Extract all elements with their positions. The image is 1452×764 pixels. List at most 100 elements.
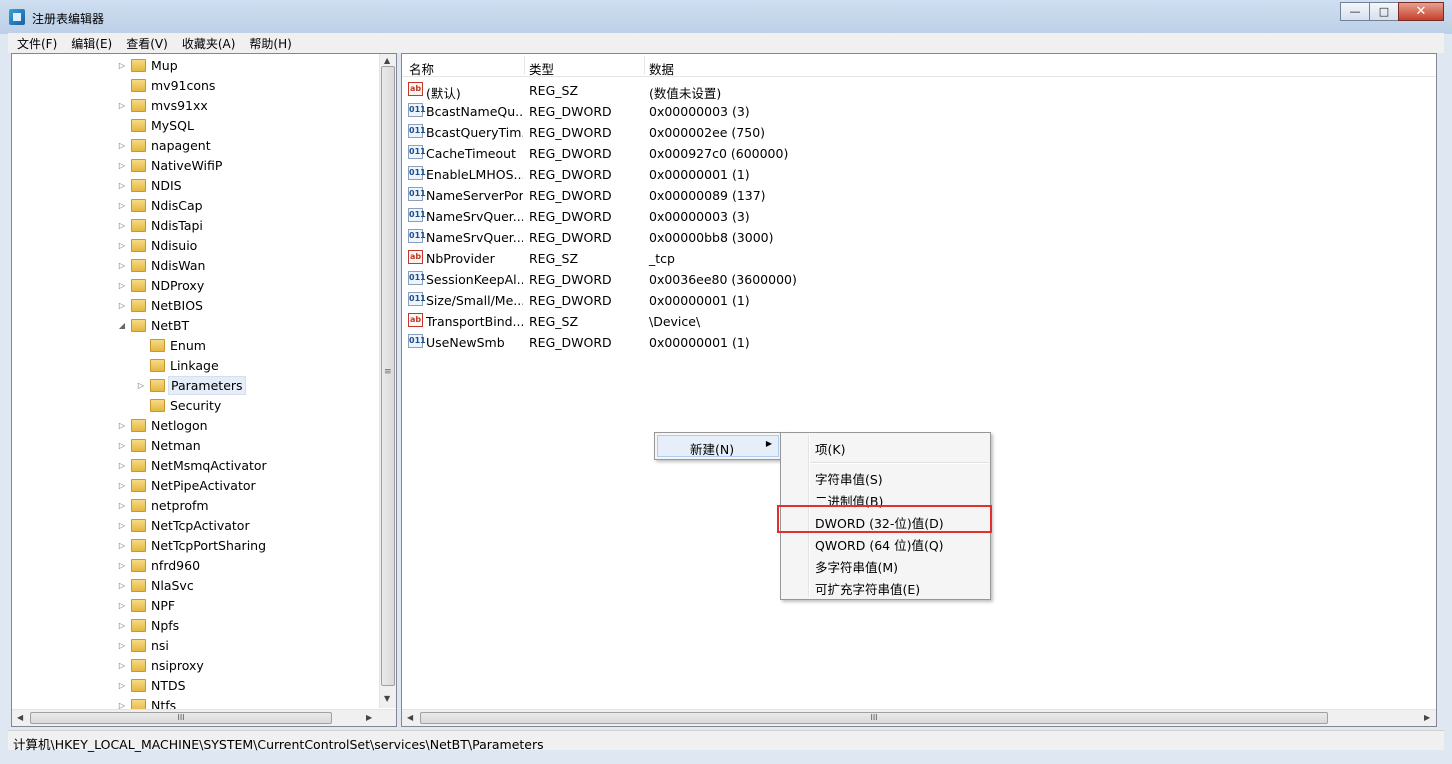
tree-item[interactable]: ▷ NdisTapi xyxy=(117,215,205,235)
tree-item[interactable]: ▷ NetTcpActivator xyxy=(117,515,252,535)
new-key-item[interactable]: 项(K) xyxy=(815,439,845,458)
tree-item[interactable]: ▷ NDIS xyxy=(117,175,184,195)
tree-expander-icon[interactable]: ▷ xyxy=(117,521,127,530)
tree-expander-icon[interactable]: ▷ xyxy=(117,501,127,510)
value-row[interactable]: 011 BcastQueryTim... REG_DWORD 0x000002ee (… xyxy=(402,121,1436,142)
tree-expander-icon[interactable]: ▷ xyxy=(117,541,127,550)
column-divider[interactable] xyxy=(524,56,525,74)
scroll-right-arrow-icon[interactable]: ▶ xyxy=(366,713,372,722)
tree-expander-icon[interactable]: ▷ xyxy=(117,481,127,490)
tree-item[interactable]: ◢ NetBT xyxy=(117,315,191,335)
value-row[interactable]: 011 BcastNameQu... REG_DWORD 0x00000003 (3) xyxy=(402,100,1436,121)
new-expandable-string-value-item[interactable]: 可扩充字符串值(E) xyxy=(815,579,920,598)
tree-item[interactable]: ▷ Parameters xyxy=(136,375,246,395)
menu-help[interactable]: 帮助(H) xyxy=(240,35,296,52)
tree-item[interactable]: ▷ NetMsmqActivator xyxy=(117,455,269,475)
tree-item[interactable]: ▷ NdisWan xyxy=(117,255,207,275)
value-row[interactable]: 011 NameServerPort REG_DWORD 0x00000089 (13… xyxy=(402,184,1436,205)
scroll-left-arrow-icon[interactable]: ◀ xyxy=(407,713,413,722)
tree-expander-icon[interactable]: ▷ xyxy=(117,641,127,650)
value-row[interactable]: 011 NameSrvQuer... REG_DWORD 0x00000bb8 (30… xyxy=(402,226,1436,247)
value-row[interactable]: 011 EnableLMHOS... REG_DWORD 0x00000001 (1) xyxy=(402,163,1436,184)
column-divider[interactable] xyxy=(644,56,645,74)
tree-item[interactable]: ▷ Npfs xyxy=(117,615,181,635)
tree-item[interactable]: ▷ NdisCap xyxy=(117,195,205,215)
tree-item[interactable]: Linkage xyxy=(136,355,221,375)
value-row[interactable]: ab NbProvider REG_SZ _tcp xyxy=(402,247,1436,268)
value-row[interactable]: 011 CacheTimeout REG_DWORD 0x000927c0 (6000… xyxy=(402,142,1436,163)
tree-vscroll-thumb[interactable]: ≡ xyxy=(381,66,395,686)
tree-item[interactable]: ▷ NDProxy xyxy=(117,275,206,295)
scroll-right-arrow-icon[interactable]: ▶ xyxy=(1424,713,1430,722)
menu-file[interactable]: 文件(F) xyxy=(8,35,62,52)
tree-expander-icon[interactable]: ▷ xyxy=(117,261,127,270)
tree-item[interactable]: Enum xyxy=(136,335,208,355)
tree-expander-icon[interactable]: ▷ xyxy=(117,681,127,690)
value-row[interactable]: 011 NameSrvQuer... REG_DWORD 0x00000003 (3) xyxy=(402,205,1436,226)
tree-expander-icon[interactable]: ▷ xyxy=(117,561,127,570)
tree-expander-icon[interactable]: ▷ xyxy=(117,421,127,430)
tree-expander-icon[interactable]: ◢ xyxy=(117,321,127,330)
tree-item[interactable]: ▷ Mup xyxy=(117,55,180,75)
values-list-pane[interactable]: 名称 类型 数据 ab (默认) REG_SZ (数值未设置) 011 BcastName… xyxy=(401,53,1437,727)
menu-favorites[interactable]: 收藏夹(A) xyxy=(173,35,241,52)
tree-item[interactable]: ▷ mvs91xx xyxy=(117,95,210,115)
tree-expander-icon[interactable]: ▷ xyxy=(117,61,127,70)
value-row[interactable]: ab (默认) REG_SZ (数值未设置) xyxy=(402,79,1436,101)
scroll-down-arrow-icon[interactable]: ▼ xyxy=(384,694,390,703)
tree-expander-icon[interactable]: ▷ xyxy=(117,241,127,250)
tree-item[interactable]: ▷ nsi xyxy=(117,635,171,655)
tree-item[interactable]: Security xyxy=(136,395,223,415)
value-row[interactable]: 011 SessionKeepAl... REG_DWORD 0x0036ee80 (… xyxy=(402,268,1436,289)
tree-item[interactable]: ▷ netprofm xyxy=(117,495,211,515)
tree-item[interactable]: ▷ napagent xyxy=(117,135,213,155)
minimize-button[interactable]: — xyxy=(1340,2,1370,21)
new-multi-string-value-item[interactable]: 多字符串值(M) xyxy=(815,557,898,576)
scroll-left-arrow-icon[interactable]: ◀ xyxy=(17,713,23,722)
tree-item[interactable]: mv91cons xyxy=(117,75,217,95)
tree-item[interactable]: ▷ NetBIOS xyxy=(117,295,205,315)
tree-expander-icon[interactable]: ▷ xyxy=(117,661,127,670)
list-horizontal-scrollbar[interactable]: ◀ III ▶ xyxy=(402,709,1436,726)
tree-expander-icon[interactable]: ▷ xyxy=(117,301,127,310)
tree-expander-icon[interactable]: ▷ xyxy=(117,581,127,590)
new-qword-value-item[interactable]: QWORD (64 位)值(Q) xyxy=(815,535,944,554)
context-new-item[interactable]: 新建(N) ▶ xyxy=(657,435,779,457)
tree-item[interactable]: ▷ Ndisuio xyxy=(117,235,199,255)
tree-item[interactable]: ▷ nsiproxy xyxy=(117,655,206,675)
tree-item[interactable]: ▷ NPF xyxy=(117,595,177,615)
tree-expander-icon[interactable]: ▷ xyxy=(117,621,127,630)
tree-expander-icon[interactable]: ▷ xyxy=(117,161,127,170)
tree-item[interactable]: ▷ nfrd960 xyxy=(117,555,202,575)
tree-vertical-scrollbar[interactable]: ▲ ≡ ▼ xyxy=(379,54,396,708)
menu-view[interactable]: 查看(V) xyxy=(117,35,173,52)
value-row[interactable]: 011 UseNewSmb REG_DWORD 0x00000001 (1) xyxy=(402,331,1436,352)
tree-item[interactable]: ▷ NlaSvc xyxy=(117,575,196,595)
tree-horizontal-scrollbar[interactable]: ◀ III ▶ xyxy=(12,709,396,726)
tree-expander-icon[interactable]: ▷ xyxy=(117,281,127,290)
value-row[interactable]: ab TransportBind... REG_SZ \Device\ xyxy=(402,310,1436,331)
tree-expander-icon[interactable]: ▷ xyxy=(117,441,127,450)
tree-item[interactable]: ▷ NetPipeActivator xyxy=(117,475,258,495)
column-name-header[interactable]: 名称 xyxy=(409,59,434,78)
tree-expander-icon[interactable]: ▷ xyxy=(117,181,127,190)
maximize-button[interactable]: □ xyxy=(1369,2,1399,21)
key-tree-pane[interactable]: ▷ Mup mv91cons ▷ mvs91xx MySQL ▷ napagent ▷ Nativ… xyxy=(11,53,397,727)
tree-item[interactable]: MySQL xyxy=(117,115,196,135)
tree-item[interactable]: ▷ NTDS xyxy=(117,675,188,695)
tree-item[interactable]: ▷ NativeWifiP xyxy=(117,155,224,175)
tree-expander-icon[interactable]: ▷ xyxy=(136,381,146,390)
tree-item[interactable]: ▷ NetTcpPortSharing xyxy=(117,535,268,555)
tree-expander-icon[interactable]: ▷ xyxy=(117,221,127,230)
scroll-up-arrow-icon[interactable]: ▲ xyxy=(384,56,390,65)
close-button[interactable]: ✕ xyxy=(1398,2,1444,21)
tree-hscroll-thumb[interactable]: III xyxy=(30,712,332,724)
menu-edit[interactable]: 编辑(E) xyxy=(62,35,117,52)
value-row[interactable]: 011 Size/Small/Me... REG_DWORD 0x00000001 (… xyxy=(402,289,1436,310)
tree-expander-icon[interactable]: ▷ xyxy=(117,601,127,610)
tree-expander-icon[interactable]: ▷ xyxy=(117,101,127,110)
tree-item[interactable]: ▷ Netman xyxy=(117,435,203,455)
column-data-header[interactable]: 数据 xyxy=(649,59,674,78)
tree-expander-icon[interactable]: ▷ xyxy=(117,461,127,470)
column-type-header[interactable]: 类型 xyxy=(529,59,554,78)
